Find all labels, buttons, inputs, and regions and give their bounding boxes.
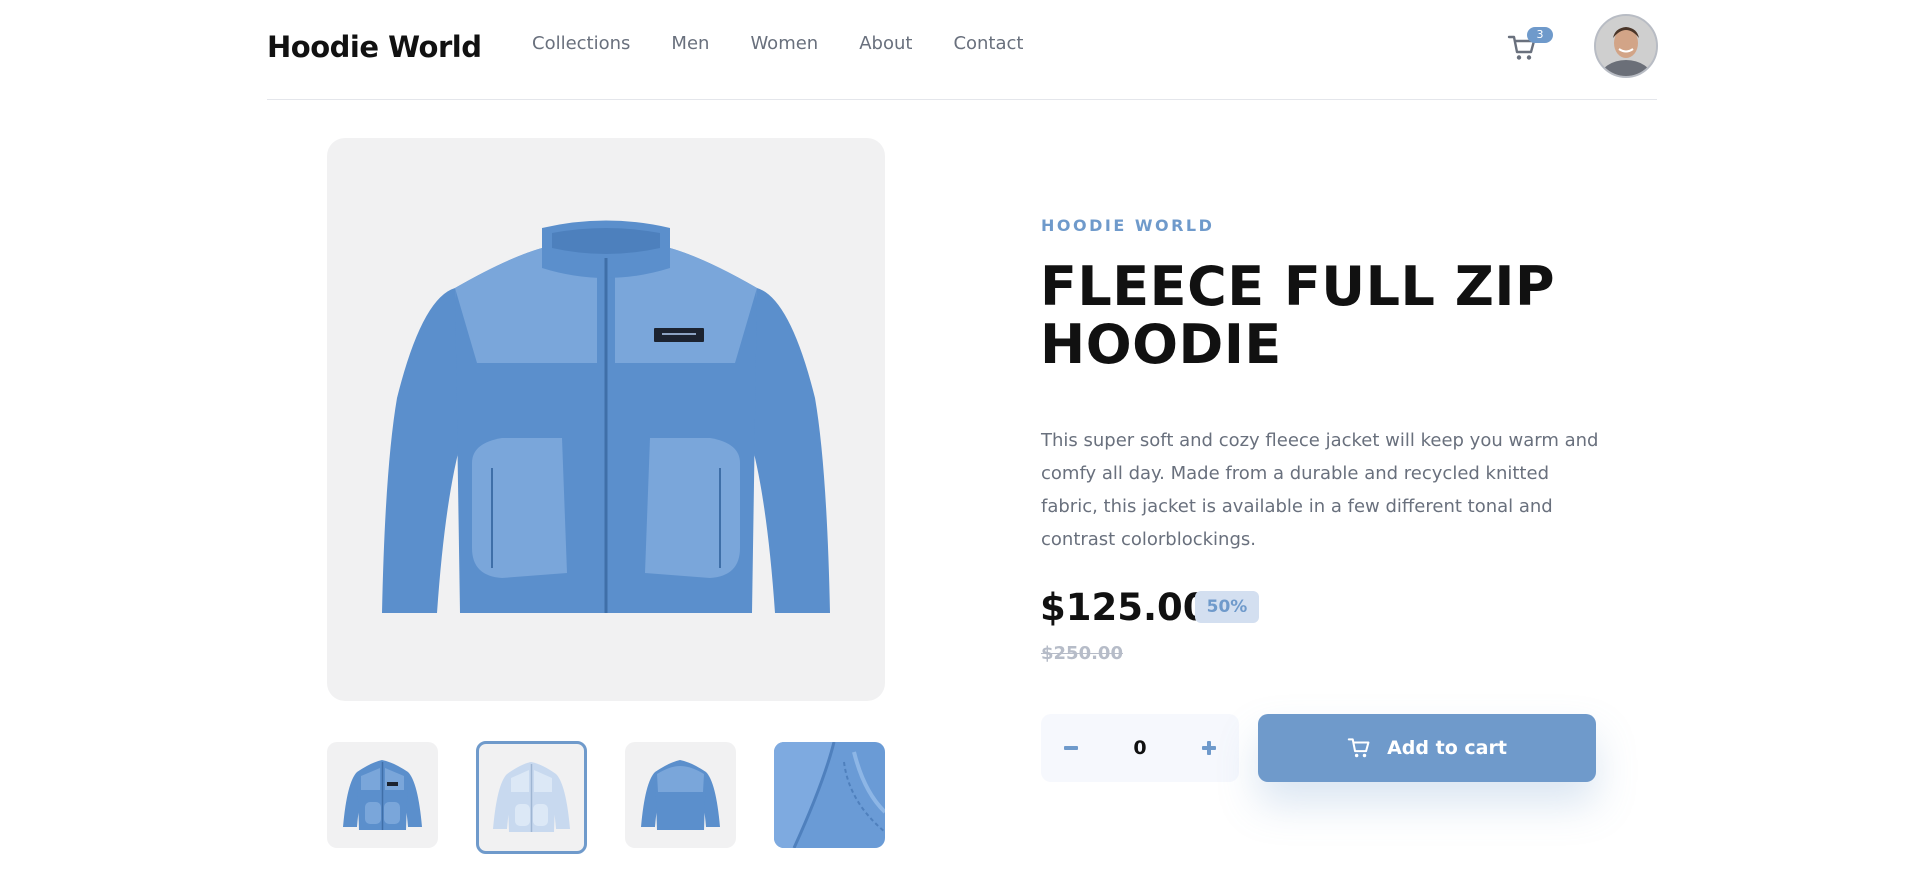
thumbnail-image-fabric-detail	[774, 742, 885, 848]
thumbnail-3[interactable]	[625, 742, 736, 848]
brand-label: HOODIE WORLD	[1041, 216, 1215, 235]
nav-link-women[interactable]: Women	[750, 33, 818, 54]
main-nav: Collections Men Women About Contact	[532, 33, 1064, 54]
thumbnail-image-blue-back	[641, 760, 720, 830]
thumbnail-4[interactable]	[774, 742, 885, 848]
user-avatar[interactable]	[1594, 14, 1658, 78]
product-main-image[interactable]	[327, 138, 885, 701]
cart-count-badge: 3	[1527, 27, 1553, 43]
site-logo[interactable]: Hoodie World	[267, 30, 482, 64]
plus-icon	[1202, 741, 1216, 755]
current-price: $125.00	[1040, 586, 1209, 629]
thumbnail-image-blue-front	[343, 760, 422, 830]
thumbnail-2[interactable]	[476, 741, 587, 854]
nav-link-contact[interactable]: Contact	[953, 33, 1023, 54]
add-to-cart-label: Add to cart	[1387, 737, 1507, 759]
decrease-quantity-button[interactable]	[1041, 714, 1101, 782]
nav-link-collections[interactable]: Collections	[532, 33, 630, 54]
discount-badge: 50%	[1195, 591, 1259, 623]
product-description: This super soft and cozy fleece jacket w…	[1041, 430, 1599, 550]
minus-icon	[1064, 746, 1078, 750]
quantity-value[interactable]: 0	[1101, 714, 1179, 782]
site-header: Hoodie World Collections Men Women About…	[267, 0, 1658, 100]
original-price: $250.00	[1041, 643, 1123, 664]
nav-link-men[interactable]: Men	[671, 33, 709, 54]
jacket-image	[382, 220, 830, 613]
nav-link-about[interactable]: About	[859, 33, 912, 54]
thumbnail-image-light-blue-front	[493, 762, 570, 832]
cart-button[interactable]: 3	[1507, 27, 1553, 66]
product-title: FLEECE FULL ZIP HOODIE	[1040, 255, 1556, 376]
avatar-image	[1596, 16, 1656, 76]
quantity-stepper: 0	[1041, 714, 1239, 782]
cart-icon	[1347, 738, 1370, 758]
increase-quantity-button[interactable]	[1179, 714, 1239, 782]
add-to-cart-button[interactable]: Add to cart	[1258, 714, 1596, 782]
thumbnail-1[interactable]	[327, 742, 438, 848]
